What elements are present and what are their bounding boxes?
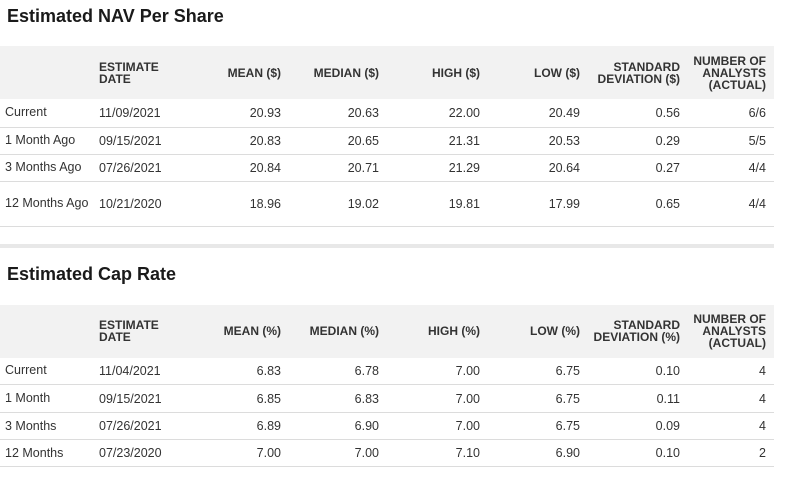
mean-value: 20.84	[197, 154, 289, 182]
estimate-date: 07/26/2021	[97, 412, 197, 440]
estimate-date: 11/04/2021	[97, 357, 197, 385]
nav-header-low: LOW ($)	[488, 46, 588, 99]
high-value: 19.81	[387, 181, 488, 227]
mean-value: 6.85	[197, 384, 289, 413]
estimate-date: 11/09/2021	[97, 99, 197, 128]
std-value: 0.10	[588, 357, 688, 385]
low-value: 6.75	[488, 412, 588, 440]
row-label: Current	[0, 357, 97, 385]
nav-header-analysts: NUMBER OF ANALYSTS (ACTUAL)	[688, 46, 774, 99]
estimate-date: 07/26/2021	[97, 154, 197, 182]
nav-header-estimate-date: ESTIMATE DATE	[97, 46, 197, 99]
analysts-value: 4/4	[688, 154, 774, 182]
table-row: Current 11/04/2021 6.83 6.78 7.00 6.75 0…	[0, 357, 774, 385]
mean-value: 7.00	[197, 439, 289, 467]
estimate-date: 10/21/2020	[97, 181, 197, 227]
std-value: 0.27	[588, 154, 688, 182]
table-row: 3 Months Ago 07/26/2021 20.84 20.71 21.2…	[0, 154, 774, 182]
std-value: 0.65	[588, 181, 688, 227]
cap-header-high: HIGH (%)	[387, 304, 488, 358]
table-row: 12 Months 07/23/2020 7.00 7.00 7.10 6.90…	[0, 439, 774, 467]
nav-table: ESTIMATE DATE MEAN ($) MEDIAN ($) HIGH (…	[0, 46, 774, 227]
std-value: 0.29	[588, 127, 688, 155]
nav-header-std: STANDARD DEVIATION ($)	[588, 46, 688, 99]
low-value: 20.64	[488, 154, 588, 182]
median-value: 20.63	[289, 99, 387, 128]
row-label: 12 Months Ago	[0, 181, 97, 227]
high-value: 7.00	[387, 384, 488, 413]
high-value: 7.00	[387, 412, 488, 440]
median-value: 6.90	[289, 412, 387, 440]
cap-header-analysts: NUMBER OF ANALYSTS (ACTUAL)	[688, 304, 774, 358]
analysts-value: 2	[688, 439, 774, 467]
row-label: 3 Months	[0, 412, 97, 440]
median-value: 6.78	[289, 357, 387, 385]
row-label: 1 Month Ago	[0, 127, 97, 155]
analysts-value: 5/5	[688, 127, 774, 155]
nav-header-median: MEDIAN ($)	[289, 46, 387, 99]
nav-section: Estimated NAV Per Share ESTIMATE DATE ME…	[0, 1, 774, 227]
low-value: 6.90	[488, 439, 588, 467]
cap-header-low: LOW (%)	[488, 304, 588, 358]
high-value: 7.00	[387, 357, 488, 385]
row-label: 12 Months	[0, 439, 97, 467]
median-value: 20.71	[289, 154, 387, 182]
table-row: 1 Month Ago 09/15/2021 20.83 20.65 21.31…	[0, 127, 774, 155]
analysts-value: 4	[688, 357, 774, 385]
nav-header-label	[0, 46, 97, 99]
estimate-date: 09/15/2021	[97, 384, 197, 413]
nav-header-row: ESTIMATE DATE MEAN ($) MEDIAN ($) HIGH (…	[0, 46, 774, 99]
cap-section-title: Estimated Cap Rate	[7, 263, 177, 284]
mean-value: 20.83	[197, 127, 289, 155]
high-value: 7.10	[387, 439, 488, 467]
median-value: 6.83	[289, 384, 387, 413]
mean-value: 20.93	[197, 99, 289, 128]
nav-header-high: HIGH ($)	[387, 46, 488, 99]
median-value: 20.65	[289, 127, 387, 155]
cap-header-std: STANDARD DEVIATION (%)	[588, 304, 688, 358]
std-value: 0.09	[588, 412, 688, 440]
std-value: 0.10	[588, 439, 688, 467]
row-label: 1 Month	[0, 384, 97, 413]
estimate-date: 07/23/2020	[97, 439, 197, 467]
table-row: 3 Months 07/26/2021 6.89 6.90 7.00 6.75 …	[0, 412, 774, 440]
table-row: 1 Month 09/15/2021 6.85 6.83 7.00 6.75 0…	[0, 384, 774, 413]
table-row: Current 11/09/2021 20.93 20.63 22.00 20.…	[0, 99, 774, 128]
table-row: 12 Months Ago 10/21/2020 18.96 19.02 19.…	[0, 181, 774, 227]
cap-header-row: ESTIMATE DATE MEAN (%) MEDIAN (%) HIGH (…	[0, 304, 774, 358]
analysts-value: 4/4	[688, 181, 774, 227]
mean-value: 6.89	[197, 412, 289, 440]
cap-header-label	[0, 304, 97, 358]
nav-header-mean: MEAN ($)	[197, 46, 289, 99]
mean-value: 18.96	[197, 181, 289, 227]
analysts-value: 6/6	[688, 99, 774, 128]
high-value: 21.29	[387, 154, 488, 182]
cap-header-mean: MEAN (%)	[197, 304, 289, 358]
high-value: 21.31	[387, 127, 488, 155]
estimate-date: 09/15/2021	[97, 127, 197, 155]
cap-header-median: MEDIAN (%)	[289, 304, 387, 358]
cap-table: ESTIMATE DATE MEAN (%) MEDIAN (%) HIGH (…	[0, 304, 774, 467]
nav-section-title: Estimated NAV Per Share	[7, 6, 224, 26]
row-label: 3 Months Ago	[0, 154, 97, 182]
row-label: Current	[0, 99, 97, 128]
low-value: 6.75	[488, 384, 588, 413]
low-value: 20.53	[488, 127, 588, 155]
analysts-value: 4	[688, 412, 774, 440]
std-value: 0.11	[588, 384, 688, 413]
std-value: 0.56	[588, 99, 688, 128]
low-value: 17.99	[488, 181, 588, 227]
median-value: 7.00	[289, 439, 387, 467]
analysts-value: 4	[688, 384, 774, 413]
cap-section: Estimated Cap Rate ESTIMATE DATE MEAN (%…	[0, 259, 774, 467]
section-divider	[0, 243, 774, 248]
high-value: 22.00	[387, 99, 488, 128]
cap-header-estimate-date: ESTIMATE DATE	[97, 304, 197, 358]
mean-value: 6.83	[197, 357, 289, 385]
median-value: 19.02	[289, 181, 387, 227]
low-value: 20.49	[488, 99, 588, 128]
low-value: 6.75	[488, 357, 588, 385]
